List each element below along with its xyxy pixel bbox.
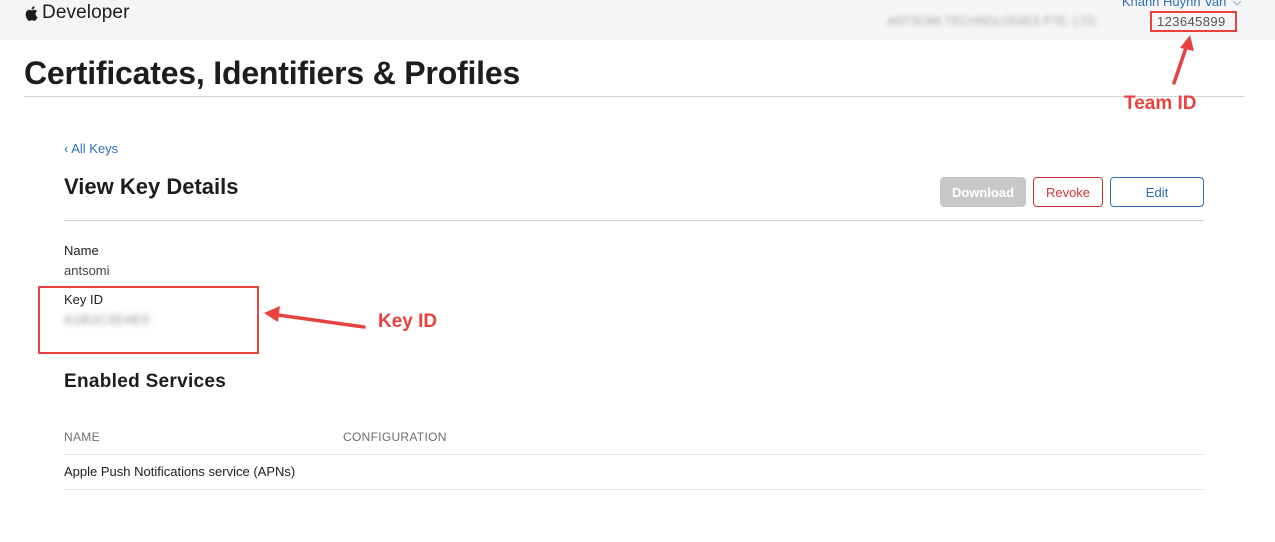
global-nav: Developer Khanh Huynh Van ANTSOMI TECHNO…: [0, 0, 1275, 40]
apple-icon: [25, 5, 38, 21]
title-divider: [24, 96, 1244, 97]
table-divider: [64, 489, 1204, 490]
name-label: Name: [64, 243, 99, 258]
apple-developer-logo[interactable]: Developer: [24, 2, 130, 24]
key-id-annotation: Key ID: [378, 311, 438, 332]
column-header-configuration: CONFIGURATION: [343, 430, 447, 444]
chevron-down-icon: [1232, 0, 1242, 6]
download-button[interactable]: Download: [940, 177, 1026, 207]
team-id-annotation: Team ID: [1124, 93, 1197, 114]
key-id-highlight: [38, 286, 259, 354]
column-header-name: NAME: [64, 430, 100, 444]
revoke-button[interactable]: Revoke: [1033, 177, 1103, 207]
enabled-services-title: Enabled Services: [64, 371, 227, 392]
account-menu[interactable]: Khanh Huynh Van: [1122, 0, 1242, 9]
table-divider: [64, 454, 1204, 455]
view-key-details-title: View Key Details: [64, 174, 239, 199]
edit-button[interactable]: Edit: [1110, 177, 1204, 207]
details-divider: [64, 220, 1204, 221]
team-id-arrow: [1172, 35, 1194, 85]
key-id-arrow: [264, 306, 366, 329]
organization-name: ANTSOMI TECHNOLOGIES PTE. LTD.: [887, 14, 1099, 28]
account-name: Khanh Huynh Van: [1121, 0, 1227, 9]
service-name-apns: Apple Push Notifications service (APNs): [64, 464, 296, 479]
all-keys-link[interactable]: ‹ All Keys: [64, 141, 118, 156]
name-value: antsomi: [64, 263, 110, 278]
team-id-highlight: [1150, 11, 1237, 32]
brand-text: Developer: [42, 2, 130, 23]
page-title: Certificates, Identifiers & Profiles: [24, 55, 521, 91]
